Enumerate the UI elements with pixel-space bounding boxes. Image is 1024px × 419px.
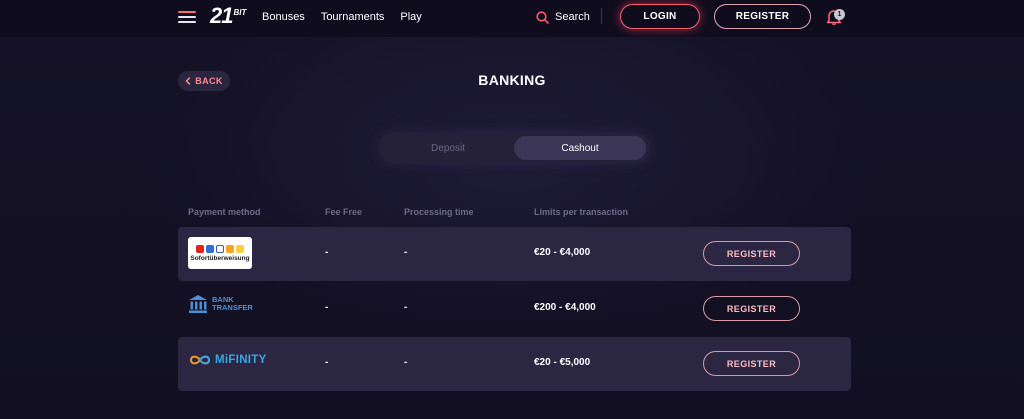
column-header-limits: Limits per transaction xyxy=(534,207,629,217)
bank-logo-line2: TRANSFER xyxy=(212,303,253,312)
main-nav: Bonuses Tournaments Play xyxy=(262,0,422,33)
column-header-method: Payment method xyxy=(188,207,261,217)
nav-tournaments[interactable]: Tournaments xyxy=(321,11,385,23)
bank-icon xyxy=(189,295,207,313)
sofort-logo-text: Sofortüberweisung xyxy=(190,254,250,262)
mifinity-logo-text: MiFINITY xyxy=(215,354,267,366)
tab-cashout[interactable]: Cashout xyxy=(514,136,646,160)
search-icon xyxy=(536,10,549,24)
logo-suffix: BIT xyxy=(233,8,247,17)
notification-badge: 1 xyxy=(834,9,845,20)
menu-icon[interactable] xyxy=(178,11,196,23)
logo-number: 21 xyxy=(210,3,234,28)
fee-cell: - xyxy=(325,302,329,313)
limits-cell: €20 - €5,000 xyxy=(534,357,591,368)
limits-cell: €20 - €4,000 xyxy=(534,247,591,258)
banking-tabs: Deposit Cashout xyxy=(379,133,650,163)
table-row: MiFINITY - - €20 - €5,000 REGISTER xyxy=(178,337,851,391)
bank-transfer-logo: BANK TRANSFER xyxy=(188,294,253,314)
sofort-logo: Sofortüberweisung xyxy=(188,237,252,269)
processing-cell: - xyxy=(404,302,408,313)
table-row: BANK TRANSFER - - €200 - €4,000 REGISTER xyxy=(178,282,851,336)
row-register-button[interactable]: REGISTER xyxy=(703,351,800,376)
row-register-button[interactable]: REGISTER xyxy=(703,241,800,266)
top-header: 21 BIT Bonuses Tournaments Play Search L… xyxy=(0,0,1024,37)
processing-cell: - xyxy=(404,357,408,368)
register-button[interactable]: REGISTER xyxy=(714,4,811,29)
nav-bonuses[interactable]: Bonuses xyxy=(262,11,305,23)
fee-cell: - xyxy=(325,247,329,258)
login-button[interactable]: LOGIN xyxy=(620,4,700,29)
site-logo[interactable]: 21 BIT xyxy=(210,4,246,30)
column-header-processing: Processing time xyxy=(404,207,474,217)
infinity-icon xyxy=(189,355,211,365)
tab-deposit[interactable]: Deposit xyxy=(382,136,514,160)
column-header-fee: Fee Free xyxy=(325,207,363,217)
search-label: Search xyxy=(555,11,590,23)
processing-cell: - xyxy=(404,247,408,258)
mifinity-logo: MiFINITY xyxy=(188,354,267,366)
search-button[interactable]: Search xyxy=(536,9,590,25)
limits-cell: €200 - €4,000 xyxy=(534,302,596,313)
row-register-button[interactable]: REGISTER xyxy=(703,296,800,321)
nav-play[interactable]: Play xyxy=(400,11,421,23)
table-row: Sofortüberweisung - - €20 - €4,000 REGIS… xyxy=(178,227,851,281)
header-divider xyxy=(601,8,602,24)
fee-cell: - xyxy=(325,357,329,368)
page-title: BANKING xyxy=(478,72,546,88)
